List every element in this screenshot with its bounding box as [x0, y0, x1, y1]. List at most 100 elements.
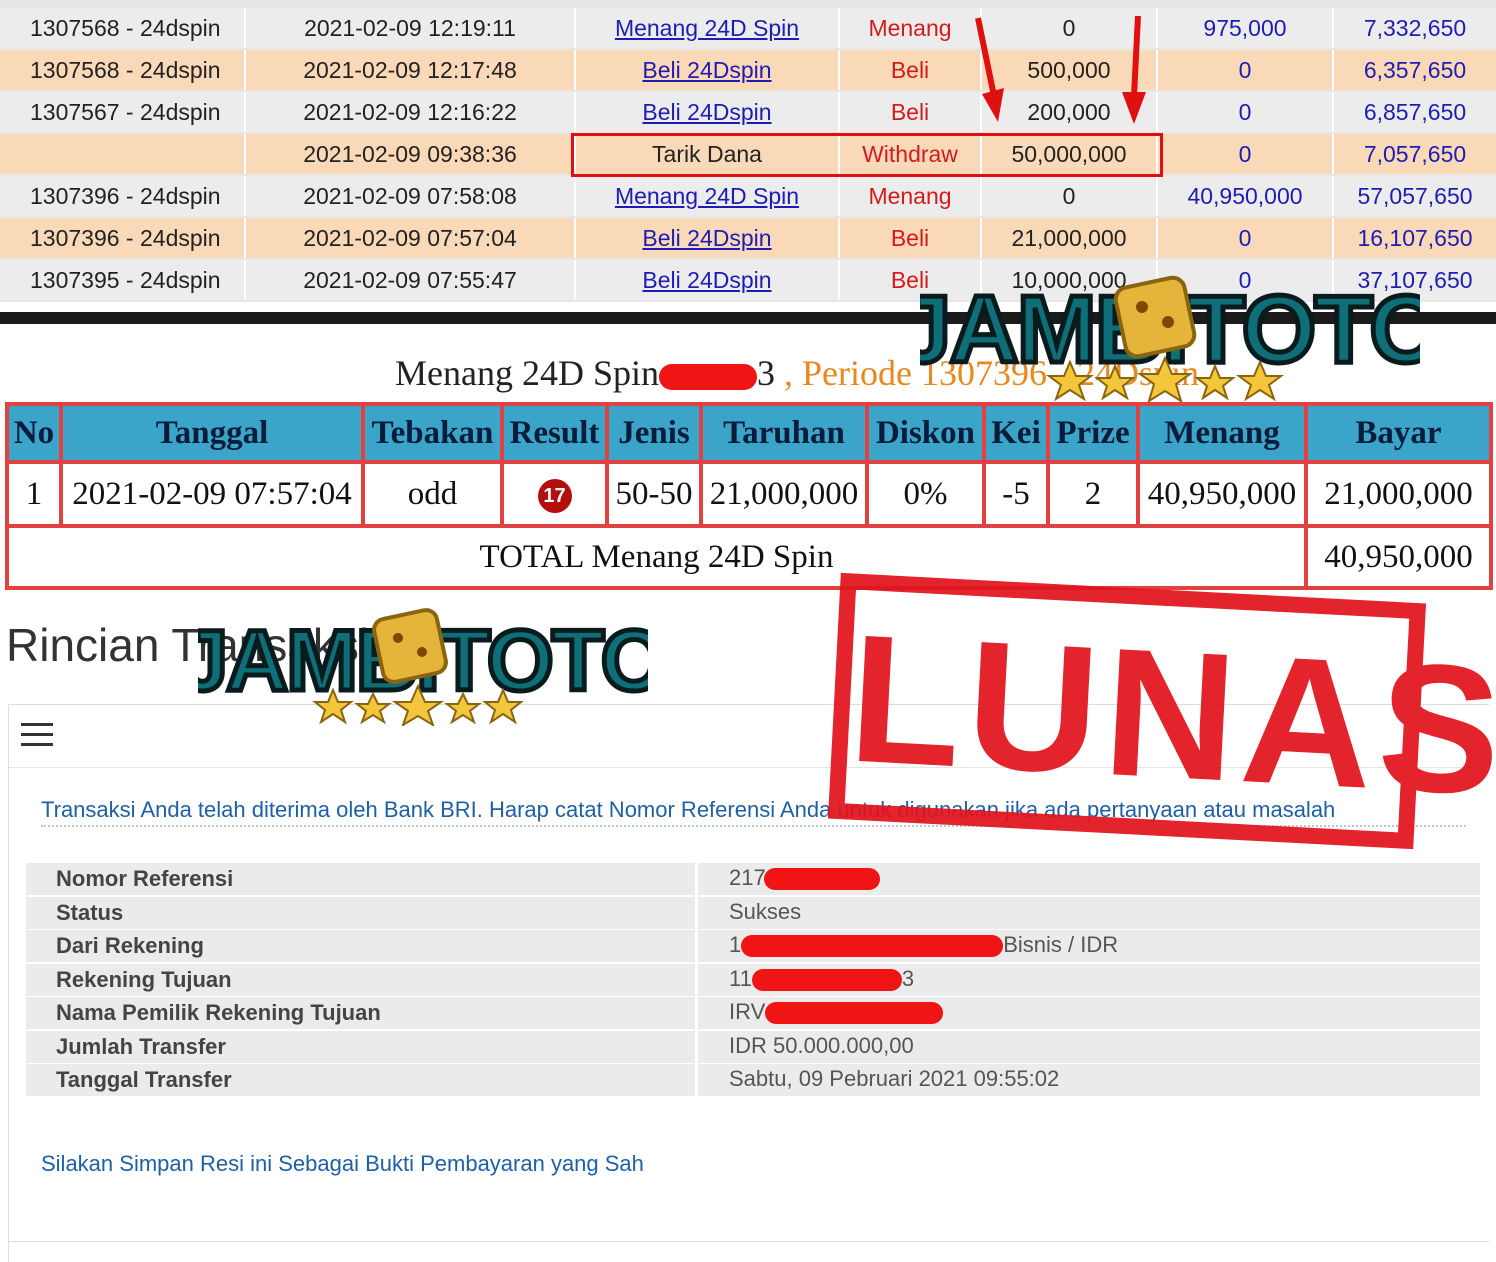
hamburger-menu-icon[interactable]: [21, 723, 53, 747]
bet-title-suffix: 3: [757, 353, 775, 393]
keterangan-link[interactable]: Menang 24D Spin: [615, 183, 799, 209]
detail-value: 1 Bisnis / IDR: [729, 932, 1119, 958]
keterangan-link[interactable]: Beli 24Dspin: [642, 57, 771, 83]
red-arrow-icon: [975, 17, 1004, 122]
cell-no: 1: [9, 464, 59, 524]
cell-bayar: 21,000,000: [1308, 464, 1489, 524]
detail-value: 217: [729, 865, 880, 891]
result-ball-icon: 17: [537, 479, 572, 514]
debit-cell: 21,000,000: [982, 218, 1158, 258]
jambitoto-logo: JAMBITOTO: [198, 608, 648, 726]
cell-tanggal: 2021-02-09 07:57:04: [63, 464, 361, 524]
redaction-mark: [741, 935, 1004, 958]
detail-row: Status Sukses: [26, 897, 1480, 929]
saldo-cell: 7,332,650: [1363, 15, 1467, 41]
detail-value: IRV: [729, 999, 944, 1025]
cell-tebakan: odd: [365, 464, 500, 524]
saldo-cell: 6,857,650: [1363, 99, 1467, 125]
tipe-cell: Beli: [840, 218, 982, 258]
keterangan-link[interactable]: Beli 24Dspin: [642, 99, 771, 125]
tipe-cell: Beli: [840, 50, 982, 90]
table-row: 1307568 - 24dspin 2021-02-09 12:19:11 Me…: [0, 8, 1496, 48]
header-prize: Prize: [1050, 406, 1136, 460]
table-row: 1307396 - 24dspin 2021-02-09 07:57:04 Be…: [0, 218, 1496, 258]
kredit-cell: 975,000: [1158, 8, 1334, 48]
detail-label: Status: [56, 900, 124, 925]
cell-diskon: 0%: [869, 464, 982, 524]
bet-table: No Tanggal Tebakan Result Jenis Taruhan …: [5, 402, 1493, 590]
tanggal-cell: 2021-02-09 07:57:04: [246, 218, 576, 258]
keterangan-link[interactable]: Beli 24Dspin: [642, 267, 771, 293]
header-tebakan: Tebakan: [365, 406, 500, 460]
detail-value: Sukses: [729, 899, 802, 924]
table-row: 1307567 - 24dspin 2021-02-09 12:16:22 Be…: [0, 92, 1496, 132]
tipe-cell: Beli: [840, 92, 982, 132]
tipe-cell: Menang: [840, 176, 982, 216]
table-row: 1307568 - 24dspin 2021-02-09 12:17:48 Be…: [0, 50, 1496, 90]
kredit-cell: 0: [1158, 134, 1334, 174]
cell-menang: 40,950,000: [1140, 464, 1304, 524]
detail-label: Jumlah Transfer: [56, 1034, 226, 1059]
tanggal-cell: 2021-02-09 12:19:11: [246, 8, 576, 48]
tipe-cell: Menang: [840, 8, 982, 48]
dice-icon: [372, 608, 448, 684]
lunas-stamp: LUNAS: [827, 572, 1496, 850]
detail-row: Nama Pemilik Rekening Tujuan IRV: [26, 997, 1480, 1029]
detail-label: Nomor Referensi: [56, 866, 234, 891]
receipt-footer: Silakan Simpan Resi ini Sebagai Bukti Pe…: [41, 1151, 644, 1176]
kredit-cell: 0: [1158, 92, 1334, 132]
detail-row: Tanggal Transfer Sabtu, 09 Pebruari 2021…: [26, 1064, 1480, 1096]
header-taruhan: Taruhan: [703, 406, 865, 460]
detail-label: Rekening Tujuan: [56, 967, 232, 992]
jambitoto-logo: JAMBITOTO: [920, 274, 1420, 402]
stamp-text: LUNAS: [844, 595, 1496, 834]
detail-label: Tanggal Transfer: [56, 1067, 232, 1092]
transaction-history-table: 1307568 - 24dspin 2021-02-09 12:19:11 Me…: [0, 0, 1496, 302]
detail-row: Nomor Referensi 217: [26, 863, 1480, 895]
kredit-cell: 40,950,000: [1158, 176, 1334, 216]
dice-icon: [1113, 275, 1197, 359]
redaction-mark: [659, 363, 757, 390]
header-kei: Kei: [986, 406, 1046, 460]
debit-cell: 0: [982, 176, 1158, 216]
keterangan-link[interactable]: Beli 24Dspin: [642, 225, 771, 251]
red-arrow-icon: [1122, 15, 1146, 124]
cell-result: 17: [504, 464, 605, 524]
header-bayar: Bayar: [1308, 406, 1489, 460]
header-diskon: Diskon: [869, 406, 982, 460]
table-row: 1307396 - 24dspin 2021-02-09 07:58:08 Me…: [0, 176, 1496, 216]
header-menang: Menang: [1140, 406, 1304, 460]
detail-row: Dari Rekening 1 Bisnis / IDR: [26, 930, 1480, 962]
detail-row: Rekening Tujuan 11 3: [26, 964, 1480, 996]
periode-cell: 1307396 - 24dspin: [0, 218, 246, 258]
redaction-mark: [751, 969, 902, 992]
periode-cell: 1307568 - 24dspin: [0, 8, 246, 48]
total-label: TOTAL Menang 24D Spin: [9, 528, 1304, 586]
detail-value: 11 3: [729, 966, 915, 992]
tanggal-cell: 2021-02-09 09:38:36: [246, 134, 576, 174]
bet-title-text: Menang 24D Spin: [395, 353, 659, 393]
tanggal-cell: 2021-02-09 07:55:47: [246, 260, 576, 300]
saldo-cell: 16,107,650: [1357, 225, 1473, 251]
withdraw-highlight-box: [571, 133, 1163, 177]
redaction-mark: [765, 1002, 944, 1025]
keterangan-link[interactable]: Menang 24D Spin: [615, 15, 799, 41]
kredit-cell: 0: [1158, 50, 1334, 90]
tanggal-cell: 2021-02-09 07:58:08: [246, 176, 576, 216]
saldo-cell: 57,057,650: [1357, 183, 1473, 209]
header-jenis: Jenis: [609, 406, 699, 460]
cell-jenis: 50-50: [609, 464, 699, 524]
cell-taruhan: 21,000,000: [703, 464, 865, 524]
detail-row: Jumlah Transfer IDR 50.000.000,00: [26, 1031, 1480, 1063]
redaction-mark: [763, 868, 880, 891]
saldo-cell: 7,057,650: [1363, 141, 1467, 167]
periode-cell: 1307567 - 24dspin: [0, 92, 246, 132]
total-value: 40,950,000: [1308, 528, 1489, 586]
detail-label: Dari Rekening: [56, 933, 204, 958]
cell-kei: -5: [986, 464, 1046, 524]
periode-cell: 1307396 - 24dspin: [0, 176, 246, 216]
tanggal-cell: 2021-02-09 12:17:48: [246, 50, 576, 90]
periode-cell: [0, 134, 246, 174]
kredit-cell: 0: [1158, 218, 1334, 258]
detail-value: Sabtu, 09 Pebruari 2021 09:55:02: [729, 1066, 1060, 1091]
